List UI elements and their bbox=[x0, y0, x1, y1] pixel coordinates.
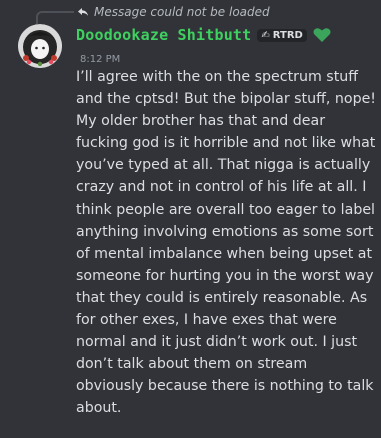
message-line: crazy and not in control of his life at … bbox=[76, 179, 367, 196]
message-line: I’ll agree with the on the spectrum stuf… bbox=[76, 69, 359, 85]
green-heart-icon bbox=[313, 27, 331, 43]
message-timestamp[interactable]: 8:12 PM bbox=[80, 54, 120, 65]
message-line: normal and it just didn’t work out. I ju… bbox=[76, 334, 358, 351]
message-line: of mental imbalance when being upset at bbox=[76, 245, 373, 262]
message-line: that they could is entirely reasonable. … bbox=[76, 289, 368, 306]
message-line: don’t talk about them on stream bbox=[76, 356, 308, 373]
message-header: Doodookaze Shitbutt ✍ RTRD bbox=[76, 26, 331, 44]
message-line: about. bbox=[76, 400, 122, 417]
message-line: My older brother has that and dear bbox=[76, 113, 326, 130]
reply-arrow-icon bbox=[76, 5, 90, 19]
server-tag-label: RTRD bbox=[272, 29, 303, 41]
message-line: and the cptsd! But the bipolar stuff, no… bbox=[76, 91, 376, 108]
server-tag[interactable]: ✍ RTRD bbox=[257, 28, 307, 42]
avatar[interactable] bbox=[18, 24, 62, 68]
message-line: for other exes, I have exes that were bbox=[76, 312, 337, 329]
message-line: anything involving emotions as some sort bbox=[76, 223, 374, 240]
message-line: fucking god is it horrible and not like … bbox=[76, 135, 376, 152]
reply-unavailable-text: Message could not be loaded bbox=[94, 5, 270, 19]
message-content: I’ll agree with the on the spectrum stuf… bbox=[76, 66, 376, 420]
message-line: think people are overall too eager to la… bbox=[76, 201, 375, 218]
server-tag-icon: ✍ bbox=[261, 29, 270, 41]
message-line: you’ve typed at all. That nigga is actua… bbox=[76, 157, 371, 174]
message-line: obviously because there is nothing to ta… bbox=[76, 378, 374, 395]
author-username[interactable]: Doodookaze Shitbutt bbox=[76, 26, 251, 44]
reply-reference[interactable]: Message could not be loaded bbox=[40, 2, 270, 22]
message-line: someone for hurting you in the worst way bbox=[76, 267, 374, 284]
